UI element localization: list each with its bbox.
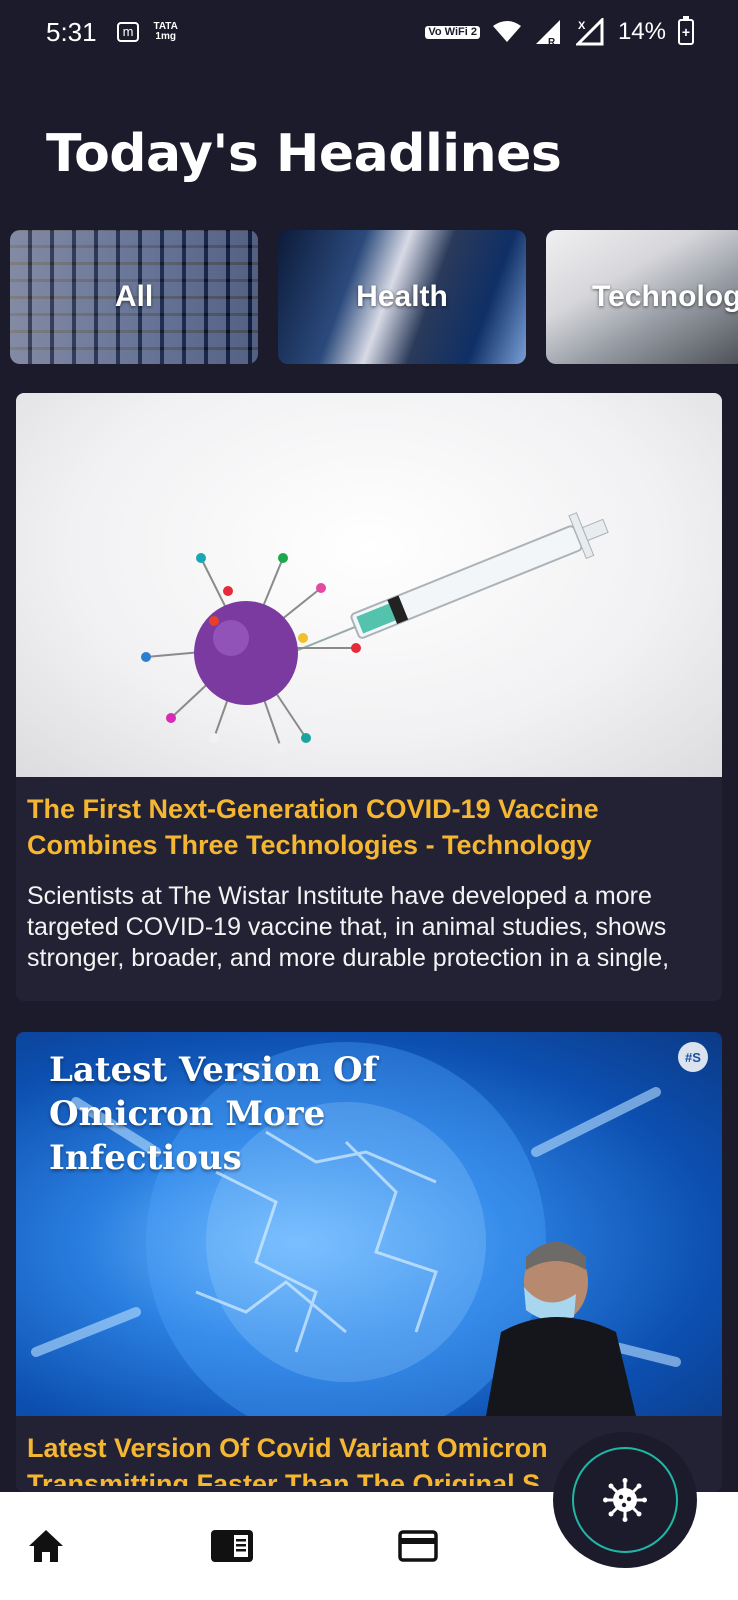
article-description: Scientists at The Wistar Institute have … (27, 882, 670, 972)
image-headline-text: Latest Version Of Omicron More Infectiou… (49, 1050, 378, 1178)
article-card[interactable]: The First Next-Generation COVID-19 Vacci… (16, 393, 722, 1001)
nav-cards[interactable] (390, 1518, 446, 1574)
virus-icon (603, 1478, 647, 1522)
article-image-omicron: Latest Version Of Omicron More Infectiou… (16, 1032, 722, 1416)
svg-text:X: X (578, 20, 586, 32)
nav-reader[interactable] (204, 1518, 260, 1574)
status-time: 5:31 (46, 16, 97, 47)
category-chip-all[interactable]: All (10, 230, 258, 364)
wifi-icon (492, 21, 521, 42)
covid-fab[interactable] (553, 1432, 697, 1568)
home-icon (29, 1530, 63, 1562)
signal-x-icon: X (575, 18, 604, 46)
virus-syringe-illustration (141, 512, 609, 753)
reader-icon (211, 1530, 253, 1562)
source-badge: #S (678, 1042, 708, 1072)
category-label: Technolog (592, 280, 738, 313)
category-carousel[interactable]: All Health Technolog (10, 230, 738, 364)
battery-charging-icon: + (678, 16, 694, 45)
tata-1mg-notification-icon: TATA 1mg (153, 21, 178, 42)
status-right: Vo WiFi 2 R X 14% + (425, 16, 694, 46)
category-chip-health[interactable]: Health (278, 230, 526, 364)
svg-text:R: R (548, 37, 556, 46)
wifi-calling-icon: Vo WiFi 2 (425, 25, 480, 39)
card-icon (398, 1530, 438, 1562)
page-title: Today's Headlines (46, 124, 562, 184)
category-chip-technology[interactable]: Technolog (546, 230, 738, 364)
article-title[interactable]: The First Next-Generation COVID-19 Vacci… (16, 777, 722, 863)
battery-percent: 14% (617, 18, 666, 45)
notification-icons: m TATA 1mg (116, 21, 178, 42)
nav-home[interactable] (18, 1518, 74, 1574)
article-image-vaccine (16, 393, 722, 777)
category-label: Health (356, 280, 448, 313)
article-card[interactable]: Latest Version Of Omicron More Infectiou… (16, 1032, 722, 1492)
status-bar: 5:31 m TATA 1mg Vo WiFi 2 R X 14% + (0, 0, 738, 64)
fab-ring (572, 1447, 678, 1553)
m-notification-icon: m (116, 22, 140, 42)
signal-r-icon: R (535, 20, 560, 46)
category-label: All (114, 280, 154, 313)
